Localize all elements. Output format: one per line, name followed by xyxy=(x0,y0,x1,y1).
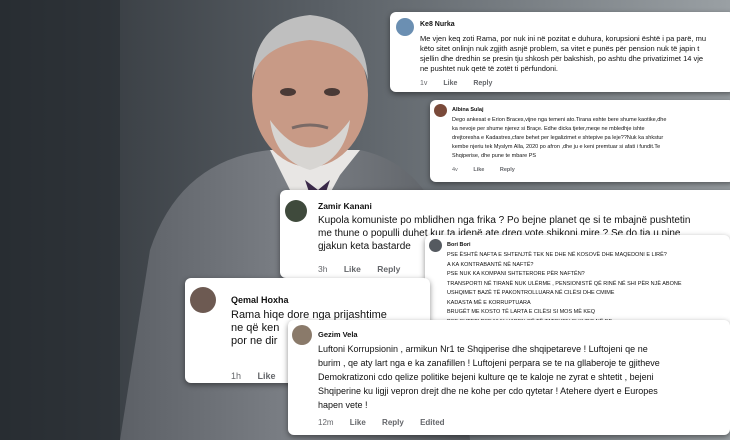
comment-meta: 1v Like Reply xyxy=(420,80,506,87)
comment-author[interactable]: Ke8 Nurka xyxy=(420,21,455,28)
comment-text: Me vjen keq zoti Rama, por nuk ini në po… xyxy=(420,34,706,73)
like-button[interactable]: Like xyxy=(443,80,457,87)
avatar xyxy=(292,325,312,345)
comment-meta: 3h Like Reply xyxy=(318,264,414,274)
comment-card: Albina Sulaj Dego ankesat e Erion Braces… xyxy=(430,100,730,182)
like-button[interactable]: Like xyxy=(473,167,484,173)
comment-text: Luftoni Korrupsionin , armikun Nr1 te Sh… xyxy=(318,344,660,410)
photo-collage: Ke8 Nurka Me vjen keq zoti Rama, por nuk… xyxy=(0,0,730,440)
comment-meta: 12m Like Reply Edited xyxy=(318,418,459,427)
avatar xyxy=(429,239,442,252)
reply-button[interactable]: Reply xyxy=(377,264,400,274)
comment-card: Gezim Vela Luftoni Korrupsionin , armiku… xyxy=(288,320,730,435)
avatar xyxy=(285,200,307,222)
comment-author[interactable]: Albina Sulaj xyxy=(452,107,483,113)
comment-author[interactable]: Gezim Vela xyxy=(318,330,358,339)
comment-meta: 4v Like Reply xyxy=(452,167,529,173)
reply-button[interactable]: Reply xyxy=(473,80,492,87)
comment-author[interactable]: Zamir Kanani xyxy=(318,201,372,211)
comment-author[interactable]: Qemal Hoxha xyxy=(231,295,289,305)
reply-button[interactable]: Reply xyxy=(500,167,515,173)
like-button[interactable]: Like xyxy=(350,418,366,427)
comment-text: Dego ankesat e Erion Braces,vijne nga te… xyxy=(452,117,667,159)
reply-button[interactable]: Reply xyxy=(382,418,404,427)
avatar xyxy=(434,104,447,117)
like-button[interactable]: Like xyxy=(344,264,361,274)
comment-time: 1h xyxy=(231,371,242,381)
like-button[interactable]: Like xyxy=(258,371,276,381)
comment-time: 3h xyxy=(318,264,328,274)
edited-label: Edited xyxy=(420,418,445,427)
comment-time: 4v xyxy=(452,167,458,173)
comment-card: Ke8 Nurka Me vjen keq zoti Rama, por nuk… xyxy=(390,12,730,92)
avatar xyxy=(396,18,414,36)
comment-time: 1v xyxy=(420,80,428,87)
comment-author[interactable]: Bori Bori xyxy=(447,242,471,248)
avatar xyxy=(190,287,216,313)
comment-meta: 1h Like xyxy=(231,371,290,381)
comment-time: 12m xyxy=(318,418,334,427)
